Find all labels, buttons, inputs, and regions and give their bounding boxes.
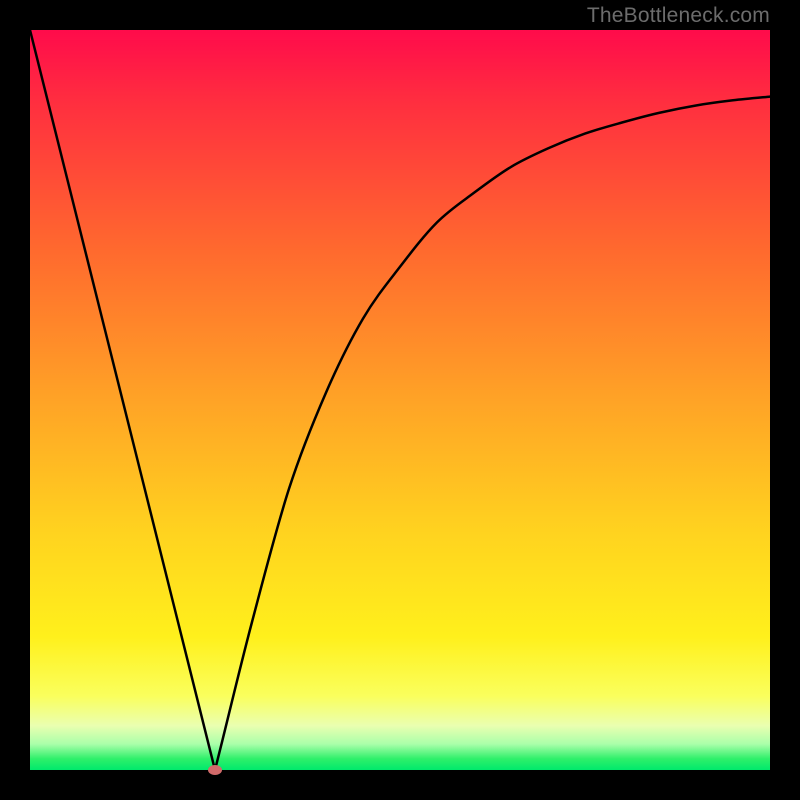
watermark-text: TheBottleneck.com <box>587 4 770 28</box>
bottleneck-curve <box>30 30 770 770</box>
notch-marker <box>208 765 222 775</box>
outer-frame: TheBottleneck.com <box>0 0 800 800</box>
gradient-plot-area <box>30 30 770 770</box>
curve-svg <box>30 30 770 770</box>
